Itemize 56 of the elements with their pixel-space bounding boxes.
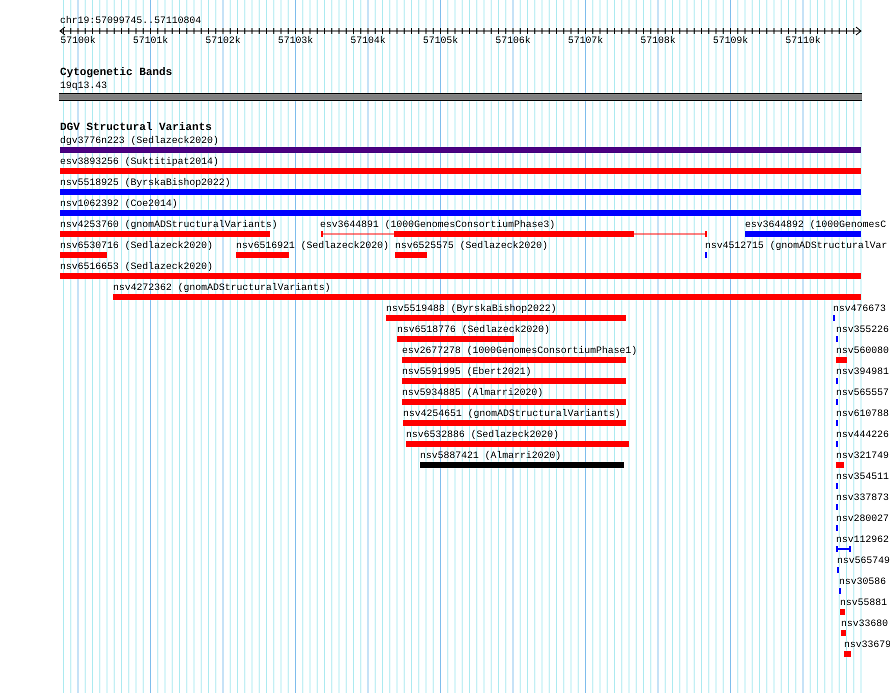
ruler-tick-label: 57108k bbox=[639, 35, 677, 46]
variant-label: nsv280027 bbox=[836, 513, 889, 524]
variant-label: nsv355226 bbox=[836, 324, 889, 335]
variant-label: esv3644892 (1000GenomesC bbox=[745, 219, 886, 230]
ruler-tick-label: 57102k bbox=[204, 35, 242, 46]
variant-label: nsv1062392 (Coe2014) bbox=[60, 198, 178, 209]
ruler-tick-label: 57105k bbox=[422, 35, 460, 46]
variant-label: nsv6518776 (Sedlazeck2020) bbox=[397, 324, 550, 335]
cytoband-bar[interactable] bbox=[59, 93, 862, 101]
variant-label: esv3644891 (1000GenomesConsortiumPhase3) bbox=[320, 219, 556, 230]
variant-label: nsv5518925 (ByrskaBishop2022) bbox=[60, 177, 230, 188]
variant-label: esv2677278 (1000GenomesConsortiumPhase1) bbox=[402, 345, 638, 356]
variant-label: nsv476673 bbox=[833, 303, 886, 314]
ruler-tick-label: 57110k bbox=[784, 35, 822, 46]
variant-bar[interactable] bbox=[836, 546, 851, 552]
variant-bar[interactable] bbox=[321, 231, 707, 237]
ruler-tick-label: 57107k bbox=[566, 35, 604, 46]
band-label: 19q13.43 bbox=[60, 80, 108, 91]
variant-label: esv3893256 (Suktitipat2014) bbox=[60, 156, 219, 167]
variant-label: nsv321749 bbox=[836, 450, 889, 461]
ruler-tick-label: 57101k bbox=[132, 35, 170, 46]
ruler-tick-label: 57100k bbox=[59, 35, 97, 46]
variant-label: nsv5887421 (Almarri2020) bbox=[420, 450, 562, 461]
variant-label: dgv3776n223 (Sedlazeck2020) bbox=[60, 135, 219, 146]
variant-label: nsv4272362 (gnomADStructuralVariants) bbox=[113, 282, 331, 293]
ruler-tick-label: 57109k bbox=[712, 35, 750, 46]
variant-label: nsv5591995 (Ebert2021) bbox=[402, 366, 532, 377]
variant-label: nsv444226 bbox=[836, 429, 889, 440]
variant-label: nsv6516653 (Sedlazeck2020) bbox=[60, 261, 213, 272]
ruler-tick-label: 57106k bbox=[494, 35, 532, 46]
variant-label: nsv354511 bbox=[836, 471, 889, 482]
variant-label: nsv4254651 (gnomADStructuralVariants) bbox=[403, 408, 621, 419]
variant-label: nsv565749 bbox=[837, 555, 890, 566]
ruler-tick-label: 57103k bbox=[276, 35, 314, 46]
variant-label: nsv394981 bbox=[836, 366, 889, 377]
variant-label: nsv55881 bbox=[840, 597, 888, 608]
variant-label: nsv5934885 (Almarri2020) bbox=[402, 387, 544, 398]
track-title: DGV Structural Variants bbox=[60, 122, 212, 134]
variant-label: nsv6525575 (Sedlazeck2020) bbox=[395, 240, 548, 251]
track-title: Cytogenetic Bands bbox=[60, 67, 172, 79]
variant-label: nsv337873 bbox=[836, 492, 889, 503]
variant-label: nsv30586 bbox=[839, 576, 886, 587]
variant-label: nsv112962 bbox=[836, 534, 889, 545]
variant-label: nsv610788 bbox=[836, 408, 889, 419]
variant-label: nsv33679 bbox=[844, 639, 890, 650]
variant-label: nsv33680 bbox=[841, 618, 888, 629]
variant-label: nsv4512715 (gnomADStructuralVar bbox=[705, 240, 888, 251]
variant-label: nsv560080 bbox=[836, 345, 889, 356]
region-title: chr19:57099745..57110804 bbox=[60, 15, 202, 26]
variant-label: nsv6516921 (Sedlazeck2020) bbox=[236, 240, 389, 251]
variant-label: nsv5519488 (ByrskaBishop2022) bbox=[386, 303, 556, 314]
variant-label: nsv565557 bbox=[836, 387, 889, 398]
ruler-tick-label: 57104k bbox=[349, 35, 387, 46]
variant-label: nsv4253760 (gnomADStructuralVariants) bbox=[60, 219, 278, 230]
variant-label: nsv6532886 (Sedlazeck2020) bbox=[406, 429, 559, 440]
variant-label: nsv6530716 (Sedlazeck2020) bbox=[60, 240, 213, 251]
